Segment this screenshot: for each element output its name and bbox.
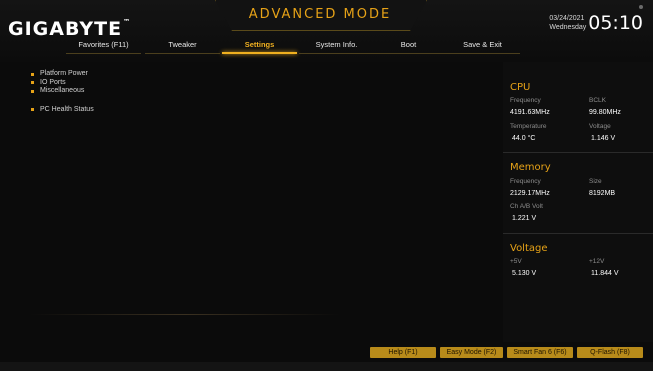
bullet-icon xyxy=(31,108,34,111)
memory-size-label: Size xyxy=(589,178,602,185)
qflash-button[interactable]: Q-Flash (F8) xyxy=(577,347,643,358)
settings-options-list: Platform Power IO Ports Miscellaneous PC… xyxy=(31,70,94,114)
date-text: 03/24/2021 xyxy=(549,15,585,22)
cpu-temperature-value: 44.0 °C xyxy=(512,135,536,142)
option-miscellaneous[interactable]: Miscellaneous xyxy=(31,87,94,96)
footer-strip xyxy=(0,362,653,371)
memory-frequency-label: Frequency xyxy=(510,178,541,185)
memory-chab-label: Ch A/B Volt xyxy=(510,203,543,210)
cpu-bclk-label: BCLK xyxy=(589,97,606,104)
cpu-frequency-label: Frequency xyxy=(510,97,541,104)
cpu-voltage-value: 1.146 V xyxy=(591,135,616,142)
voltage-title: Voltage xyxy=(510,243,548,254)
cpu-frequency-value: 4191.63MHz xyxy=(510,109,550,116)
tab-tweaker[interactable]: Tweaker xyxy=(145,40,220,54)
help-button[interactable]: Help (F1) xyxy=(370,347,436,358)
voltage-12v-value: 11.844 V xyxy=(591,270,619,277)
easy-mode-button[interactable]: Easy Mode (F2) xyxy=(440,347,503,358)
memory-title: Memory xyxy=(510,162,551,173)
bullet-icon xyxy=(31,81,34,84)
mode-title: ADVANCED MODE xyxy=(248,7,392,22)
memory-size-value: 8192MB xyxy=(589,190,616,197)
cpu-bclk-value: 99.80MHz xyxy=(589,109,621,116)
voltage-5v-value: 5.130 V xyxy=(512,270,537,277)
tab-boot[interactable]: Boot xyxy=(371,40,446,54)
smart-fan-button[interactable]: Smart Fan 6 (F6) xyxy=(507,347,573,358)
voltage-5v-label: +5V xyxy=(510,258,522,265)
cpu-title: CPU xyxy=(510,82,531,93)
tab-settings[interactable]: Settings xyxy=(222,40,297,54)
datetime: 03/24/2021 Wednesday 05:10 xyxy=(549,12,643,34)
divider xyxy=(503,152,653,153)
memory-chab-value: 1.221 V xyxy=(512,215,537,222)
cpu-temperature-label: Temperature xyxy=(510,123,547,130)
weekday-text: Wednesday xyxy=(549,24,587,31)
option-io-ports[interactable]: IO Ports xyxy=(31,79,94,88)
memory-frequency-value: 2129.17MHz xyxy=(510,190,550,197)
hardware-monitor-panel xyxy=(503,62,653,342)
divider xyxy=(30,314,340,315)
bullet-icon xyxy=(31,72,34,76)
divider xyxy=(503,233,653,234)
option-platform-power[interactable]: Platform Power xyxy=(31,70,94,79)
clock-text: 05:10 xyxy=(588,12,643,34)
status-dot-icon xyxy=(639,5,643,9)
tab-save-exit[interactable]: Save & Exit xyxy=(445,40,520,54)
cpu-voltage-label: Voltage xyxy=(589,123,611,130)
option-pc-health-status[interactable]: PC Health Status xyxy=(31,106,94,115)
voltage-12v-label: +12V xyxy=(589,258,605,265)
brand-logo: GIGABYTE™ xyxy=(8,18,132,40)
tab-system-info[interactable]: System Info. xyxy=(299,40,374,54)
tab-favorites[interactable]: Favorites (F11) xyxy=(66,40,141,54)
bullet-icon xyxy=(31,89,34,93)
